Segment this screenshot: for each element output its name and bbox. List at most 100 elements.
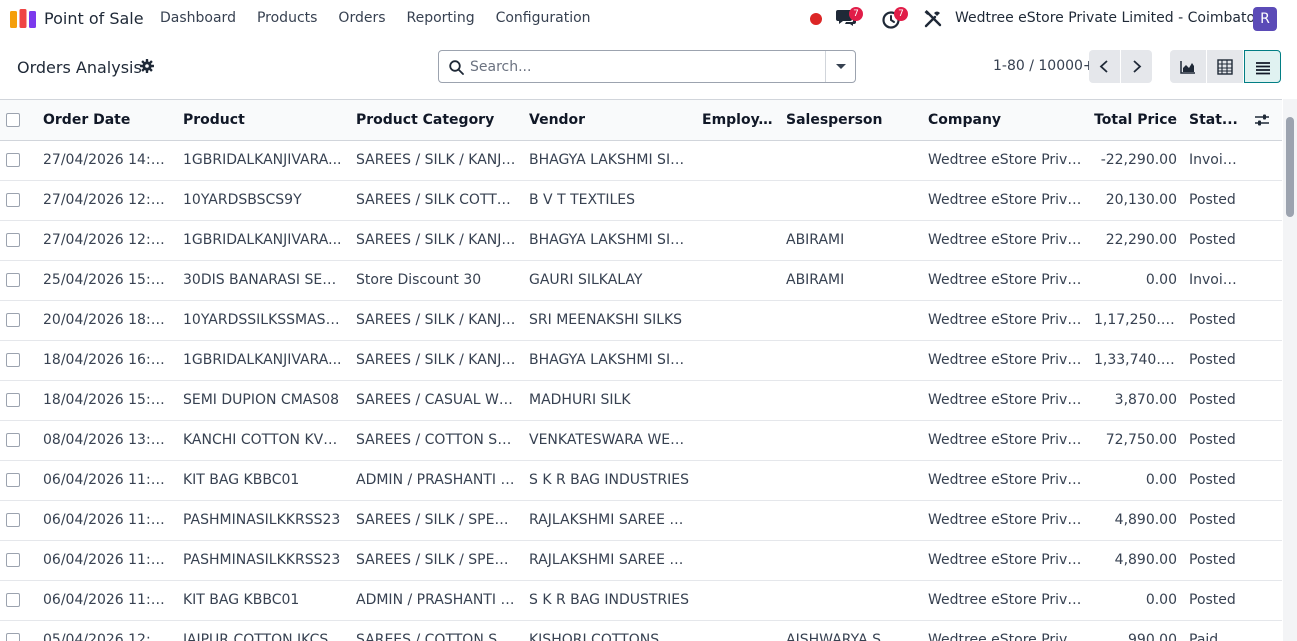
table-row[interactable]: 27/04/2026 12:03:... 1GBRIDALKANJIVARA...… — [0, 220, 1282, 261]
table-cell — [696, 460, 780, 501]
row-checkbox[interactable] — [6, 313, 20, 327]
row-checkbox[interactable] — [6, 593, 20, 607]
table-row[interactable]: 06/04/2026 11:46:... PASHMINASILKKRSS23 SA… — [0, 540, 1282, 581]
row-checkbox[interactable] — [6, 353, 20, 367]
table-cell: Wedtree eStore Private... — [922, 140, 1088, 181]
gear-icon[interactable] — [140, 59, 154, 73]
column-header[interactable]: Employ... — [696, 100, 780, 141]
row-checkbox[interactable] — [6, 513, 20, 527]
column-header[interactable]: Salesperson — [780, 100, 922, 141]
table-cell: VENKATESWARA WEAV... — [523, 420, 696, 461]
table-cell: 0.00 — [1088, 260, 1183, 301]
table-cell: SAREES / COTTON SAR... — [350, 620, 523, 641]
row-select-cell — [0, 580, 37, 621]
pager-value[interactable]: 1-80 / 10000+ — [993, 58, 1095, 74]
table-cell — [696, 420, 780, 461]
table-cell: SAREES / SILK / KANJIV... — [350, 140, 523, 181]
row-spacer-cell — [1248, 620, 1282, 641]
row-spacer-cell — [1248, 340, 1282, 381]
row-checkbox[interactable] — [6, 233, 20, 247]
table-row[interactable]: 05/04/2026 12:52:... JAIPUR COTTON JKCS08… — [0, 620, 1282, 641]
pivot-view-button[interactable] — [1207, 50, 1243, 83]
scrollbar-thumb[interactable] — [1286, 117, 1294, 217]
table-row[interactable]: 25/04/2026 15:46:... 30DIS BANARASI SEMI … — [0, 260, 1282, 301]
recording-indicator-icon[interactable] — [810, 13, 822, 25]
table-cell — [780, 420, 922, 461]
table-row[interactable]: 06/04/2026 11:49:... PASHMINASILKKRSS23 SA… — [0, 500, 1282, 541]
table-cell: JAIPUR COTTON JKCS08 — [177, 620, 350, 641]
table-cell: 20,130.00 — [1088, 180, 1183, 221]
row-checkbox[interactable] — [6, 633, 20, 641]
table-cell — [780, 340, 922, 381]
row-select-cell — [0, 180, 37, 221]
table-cell: 18/04/2026 16:45:... — [37, 340, 177, 381]
table-cell: 06/04/2026 11:46:... — [37, 580, 177, 621]
table-cell: SRI MEENAKSHI SILKS — [523, 300, 696, 341]
table-cell: MADHURI SILK — [523, 380, 696, 421]
row-checkbox[interactable] — [6, 393, 20, 407]
table-cell: 4,890.00 — [1088, 540, 1183, 581]
menu-products[interactable]: Products — [257, 10, 317, 26]
table-row[interactable]: 27/04/2026 12:37:... 10YARDSBSCS9Y SAREES … — [0, 180, 1282, 221]
row-checkbox[interactable] — [6, 553, 20, 567]
table-cell: Posted — [1183, 500, 1248, 541]
table-row[interactable]: 20/04/2026 18:19:... 10YARDSSILKSSMASS9..… — [0, 300, 1282, 341]
table-row[interactable]: 18/04/2026 16:45:... 1GBRIDALKANJIVARA...… — [0, 340, 1282, 381]
app-name[interactable]: Point of Sale — [44, 9, 144, 28]
search-bar — [438, 50, 856, 83]
column-header[interactable]: Company — [922, 100, 1088, 141]
table-cell: 1GBRIDALKANJIVARA... — [177, 340, 350, 381]
graph-view-button[interactable] — [1170, 50, 1206, 83]
menu-dashboard[interactable]: Dashboard — [160, 10, 236, 26]
column-header[interactable]: Vendor — [523, 100, 696, 141]
select-all-checkbox[interactable] — [6, 112, 20, 127]
search-options-toggle[interactable] — [825, 51, 855, 82]
table-cell: Wedtree eStore Private... — [922, 380, 1088, 421]
pos-app-icon[interactable] — [10, 9, 36, 28]
table-cell: 1,17,250.00 — [1088, 300, 1183, 341]
table-cell: ABIRAMI — [780, 260, 922, 301]
table-cell: RAJLAKSHMI SAREE PR... — [523, 500, 696, 541]
optional-columns-toggle[interactable] — [1248, 100, 1282, 141]
row-checkbox[interactable] — [6, 433, 20, 447]
tools-icon[interactable] — [924, 10, 942, 28]
table-cell: Invoiced — [1183, 260, 1248, 301]
select-all-cell — [0, 100, 37, 141]
table-row[interactable]: 06/04/2026 11:46:... KIT BAG KBBC01 ADMIN … — [0, 580, 1282, 621]
row-spacer-cell — [1248, 260, 1282, 301]
column-header[interactable]: Stat... — [1183, 100, 1248, 141]
column-header[interactable]: Product — [177, 100, 350, 141]
pager-next-button[interactable] — [1121, 50, 1152, 83]
table-cell: Posted — [1183, 300, 1248, 341]
row-spacer-cell — [1248, 420, 1282, 461]
table-row[interactable]: 18/04/2026 15:50:... SEMI DUPION CMAS08 SA… — [0, 380, 1282, 421]
table-cell: BHAGYA LAKSHMI SILK... — [523, 220, 696, 261]
vertical-scrollbar[interactable] — [1283, 99, 1297, 641]
search-input[interactable] — [470, 56, 825, 78]
row-checkbox[interactable] — [6, 473, 20, 487]
list-view-button[interactable] — [1244, 50, 1281, 83]
row-checkbox[interactable] — [6, 153, 20, 167]
table-cell: 08/04/2026 13:18:... — [37, 420, 177, 461]
column-header[interactable]: Order Date — [37, 100, 177, 141]
menu-configuration[interactable]: Configuration — [496, 10, 591, 26]
row-checkbox[interactable] — [6, 273, 20, 287]
table-cell: ADMIN / PRASHANTI BAG — [350, 580, 523, 621]
table-cell: Posted — [1183, 180, 1248, 221]
table-cell: Wedtree eStore Private... — [922, 500, 1088, 541]
pager-previous-button[interactable] — [1089, 50, 1120, 83]
row-checkbox[interactable] — [6, 193, 20, 207]
menu-reporting[interactable]: Reporting — [407, 10, 475, 26]
row-select-cell — [0, 620, 37, 641]
column-header[interactable]: Product Category — [350, 100, 523, 141]
table-cell: Wedtree eStore Private... — [922, 340, 1088, 381]
table-cell: SAREES / SILK / SPECIA... — [350, 500, 523, 541]
table-row[interactable]: 27/04/2026 14:11:... 1GBRIDALKANJIVARA...… — [0, 140, 1282, 181]
company-switcher[interactable]: Wedtree eStore Private Limited - Coimbat… — [955, 10, 1269, 26]
user-avatar[interactable]: R — [1253, 7, 1277, 31]
row-spacer-cell — [1248, 540, 1282, 581]
menu-orders[interactable]: Orders — [338, 10, 385, 26]
column-header[interactable]: Total Price — [1088, 100, 1183, 141]
table-row[interactable]: 08/04/2026 13:18:... KANCHI COTTON KVW...… — [0, 420, 1282, 461]
table-row[interactable]: 06/04/2026 11:49:... KIT BAG KBBC01 ADMIN … — [0, 460, 1282, 501]
